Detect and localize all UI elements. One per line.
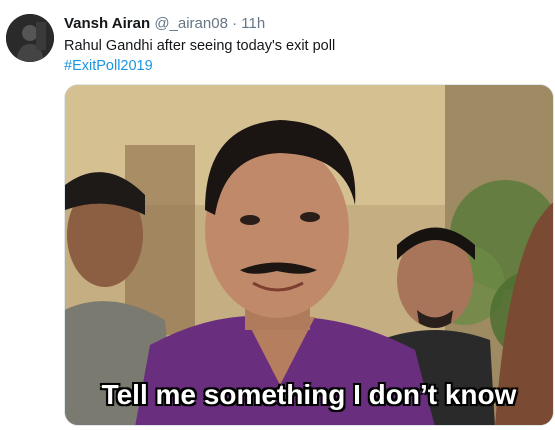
meme-scene bbox=[65, 85, 553, 425]
author-handle[interactable]: @_airan08 bbox=[154, 15, 228, 32]
avatar-image bbox=[6, 14, 54, 62]
separator-dot: · bbox=[232, 15, 238, 32]
author-name[interactable]: Vansh Airan bbox=[64, 15, 150, 32]
meme-caption: Tell me something I don’t know bbox=[101, 379, 517, 410]
tweet-card[interactable]: Vansh Airan @_airan08 · 11h Rahul Gandhi… bbox=[0, 0, 555, 430]
tweet-header: Vansh Airan @_airan08 · 11h bbox=[64, 14, 265, 34]
hashtag-link[interactable]: #ExitPoll2019 bbox=[64, 56, 153, 76]
tweet-text: Rahul Gandhi after seeing today's exit p… bbox=[64, 38, 336, 54]
avatar[interactable] bbox=[6, 14, 54, 62]
tweet-timestamp[interactable]: 11h bbox=[241, 15, 265, 32]
tweet-media-image[interactable]: Tell me something I don’t know bbox=[64, 84, 554, 426]
